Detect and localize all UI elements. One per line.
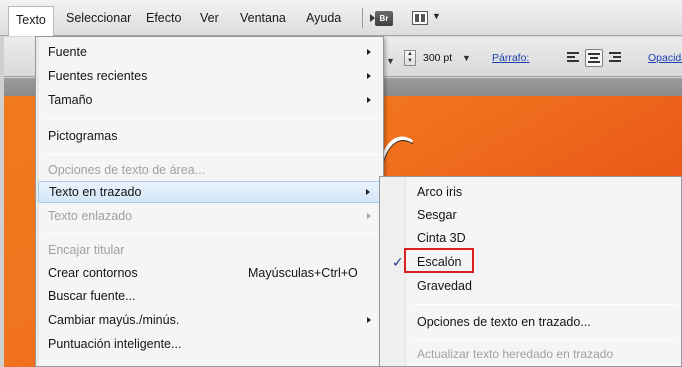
align-left-icon[interactable]	[564, 49, 582, 67]
menu-ventana[interactable]: Ventana	[234, 8, 292, 28]
menu-item-encajar-titular: Encajar titular	[38, 239, 381, 261]
bridge-icon[interactable]: Br	[370, 11, 393, 26]
submenu-item-label: Gravedad	[417, 279, 472, 293]
parrafo-link[interactable]: Párrafo:	[492, 52, 529, 64]
font-size-stepper-icon[interactable]: ▲ ▼	[404, 50, 416, 66]
menu-item-puntuacion-inteligente[interactable]: Puntuación inteligente...	[38, 333, 381, 355]
menu-bar: Texto Seleccionar Efecto Ver Ventana Ayu…	[0, 0, 682, 36]
menu-item-pictogramas[interactable]: Pictogramas	[38, 125, 381, 147]
menu-item-label: Fuentes recientes	[48, 69, 148, 83]
menu-item-label: Tamaño	[48, 93, 93, 107]
menu-item-label: Crear contornos	[48, 266, 138, 280]
menu-item-label: Texto en trazado	[49, 185, 142, 199]
submenu-arrow-icon	[367, 97, 371, 103]
submenu-item-label: Sesgar	[417, 208, 457, 222]
submenu-item-cinta-3d[interactable]: Cinta 3D	[382, 227, 679, 249]
tools-panel-edge	[0, 36, 4, 367]
submenu-item-sesgar[interactable]: Sesgar	[382, 204, 679, 226]
menu-item-label: Pictogramas	[48, 129, 118, 143]
menu-seleccionar[interactable]: Seleccionar	[60, 8, 137, 28]
menu-item-cambiar-mayus-minus[interactable]: Cambiar mayús./minús.	[38, 309, 381, 331]
chevron-down-icon[interactable]: ▼	[386, 56, 395, 66]
artwork-path	[380, 136, 414, 165]
menu-efecto[interactable]: Efecto	[140, 8, 187, 28]
submenu-item-label: Cinta 3D	[417, 231, 466, 245]
menu-item-label: Fuente	[48, 45, 87, 59]
submenu-item-gravedad[interactable]: Gravedad	[382, 275, 679, 297]
menu-item-fuentes-recientes[interactable]: Fuentes recientes	[38, 65, 381, 87]
checkmark-icon: ✓	[392, 254, 404, 270]
font-size-field[interactable]: 300 pt	[423, 52, 452, 64]
chevron-down-icon[interactable]: ▼	[462, 53, 471, 63]
menu-item-label: Buscar fuente...	[48, 289, 136, 303]
menu-item-crear-contornos[interactable]: Crear contornos Mayúsculas+Ctrl+O	[38, 262, 381, 284]
menu-item-texto-enlazado: Texto enlazado	[38, 205, 381, 227]
arrange-documents-icon[interactable]	[412, 11, 428, 25]
align-center-icon[interactable]	[585, 49, 603, 67]
menu-item-fuente[interactable]: Fuente	[38, 41, 381, 63]
submenu-arrow-icon	[367, 49, 371, 55]
menu-item-opciones-texto-area: Opciones de texto de área...	[38, 159, 381, 181]
menu-item-shortcut: Mayúsculas+Ctrl+O	[248, 266, 358, 280]
chevron-down-icon[interactable]: ▼	[432, 11, 441, 21]
submenu-item-opciones-texto-trazado[interactable]: Opciones de texto en trazado...	[382, 311, 679, 333]
menu-divider	[44, 360, 381, 361]
submenu-divider	[412, 340, 677, 341]
menu-item-label: Puntuación inteligente...	[48, 337, 182, 351]
texto-menu: Fuente Fuentes recientes Tamaño Pictogra…	[35, 36, 384, 367]
menu-ayuda[interactable]: Ayuda	[300, 8, 347, 28]
annotation-highlight-box	[404, 248, 474, 273]
submenu-arrow-icon	[367, 317, 371, 323]
menu-item-label: Cambiar mayús./minús.	[48, 313, 180, 327]
menu-divider	[44, 154, 381, 155]
menu-item-tamano[interactable]: Tamaño	[38, 89, 381, 111]
menu-texto[interactable]: Texto	[8, 6, 54, 36]
menu-item-texto-en-trazado[interactable]: Texto en trazado	[38, 181, 381, 203]
menu-item-buscar-fuente[interactable]: Buscar fuente...	[38, 285, 381, 307]
menu-ver[interactable]: Ver	[194, 8, 225, 28]
align-right-icon[interactable]	[606, 49, 624, 67]
menubar-separator	[362, 8, 363, 28]
menu-item-label: Encajar titular	[48, 243, 125, 257]
menu-divider	[44, 233, 381, 234]
submenu-divider	[412, 304, 677, 305]
menu-item-label: Opciones de texto de área...	[48, 163, 206, 177]
opacidad-link[interactable]: Opacida	[648, 52, 682, 64]
menu-item-label: Texto enlazado	[48, 209, 133, 223]
submenu-item-label: Actualizar texto heredado en trazado	[417, 347, 614, 361]
menu-divider	[44, 118, 381, 119]
submenu-arrow-icon	[367, 73, 371, 79]
submenu-item-label: Arco iris	[417, 185, 463, 199]
submenu-arrow-icon	[367, 213, 371, 219]
submenu-item-arco-iris[interactable]: Arco iris	[382, 181, 679, 203]
submenu-arrow-icon	[366, 189, 370, 195]
submenu-item-actualizar-texto-heredado: Actualizar texto heredado en trazado	[382, 343, 679, 365]
submenu-item-label: Opciones de texto en trazado...	[417, 315, 591, 329]
